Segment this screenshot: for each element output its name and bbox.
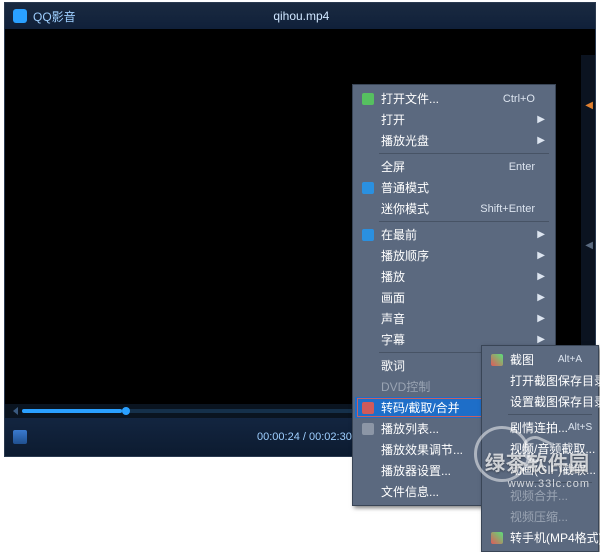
submenu-arrow-icon: ▶ [535,313,545,324]
window-title: qihou.mp4 [76,9,527,23]
menu-item[interactable]: 在最前▶ [355,224,553,245]
menu-icon-empty [488,509,506,525]
submenu-arrow-icon: ▶ [535,250,545,261]
menu-item-label: 视频压缩... [506,508,582,525]
sidebar-mid-icon[interactable]: ◀ [585,240,593,251]
menu-icon-empty [359,269,377,285]
menu-item-shortcut: Ctrl+O [503,93,535,105]
menu-icon-empty [359,112,377,128]
mode-icon [359,180,377,196]
menu-item[interactable]: 播放光盘▶ [355,130,553,151]
menu-item-label: 画面 [377,289,535,306]
menu-item-shortcut: Enter [509,161,535,173]
mobile-icon [488,530,506,546]
menu-separator [379,153,549,154]
step-back-icon[interactable] [13,407,18,415]
menu-icon-empty [359,133,377,149]
menu-icon-empty [359,201,377,217]
menu-icon-empty [359,358,377,374]
menu-item[interactable]: 画面▶ [355,287,553,308]
menu-separator [508,414,592,415]
progress-knob[interactable] [122,407,130,415]
menu-item[interactable]: 截图Alt+A [484,349,596,370]
app-icon [13,9,27,23]
time-display: 00:00:24 / 00:02:30 [257,431,352,443]
watermark: 绿茶软件园 www.33lc.com [485,447,590,490]
submenu-arrow-icon: ▶ [535,292,545,303]
menu-item-label: 打开文件... [377,90,503,107]
convert-icon [359,400,377,416]
submenu-arrow-icon: ▶ [535,114,545,125]
menu-item-label: 播放 [377,268,535,285]
menu-item[interactable]: 设置截图保存目录... [484,391,596,412]
menu-separator [379,221,549,222]
menu-icon-empty [359,290,377,306]
menu-item-label: 普通模式 [377,179,535,196]
open-icon [359,91,377,107]
title-bar: QQ影音 qihou.mp4 [5,3,595,29]
playlist-icon [359,421,377,437]
menu-item-label: 在最前 [377,226,535,243]
menu-item-label: 设置截图保存目录... [506,393,600,410]
submenu-arrow-icon: ▶ [535,271,545,282]
menu-icon-empty [359,442,377,458]
menu-item-label: 打开截图保存目录 [506,372,600,389]
menu-item-label: 声音 [377,310,535,327]
menu-item[interactable]: 全屏Enter [355,156,553,177]
menu-icon-empty [488,394,506,410]
menu-icon-empty [359,332,377,348]
progress-fill [22,409,122,413]
menu-item[interactable]: 打开文件...Ctrl+O [355,88,553,109]
menu-item-label: 播放光盘 [377,132,535,149]
menu-icon-empty [359,311,377,327]
menu-item[interactable]: 迷你模式Shift+Enter [355,198,553,219]
menu-item-label: 转手机(MP4格式) [506,529,600,546]
submenu-arrow-icon: ▶ [535,229,545,240]
menu-item-label: 截图 [506,351,558,368]
menu-item[interactable]: 播放顺序▶ [355,245,553,266]
menu-icon-empty [359,248,377,264]
menu-item-shortcut: Shift+Enter [480,203,535,215]
menu-item-shortcut: Alt+A [558,354,582,365]
pin-icon [359,227,377,243]
menu-item[interactable]: 普通模式 [355,177,553,198]
sidebar-toggle-icon[interactable]: ◀ [585,100,593,111]
menu-icon-empty [359,159,377,175]
volume-icon[interactable] [13,430,27,444]
submenu-arrow-icon: ▶ [535,135,545,146]
menu-item-label: 全屏 [377,158,509,175]
menu-icon-empty [359,484,377,500]
menu-item-label: 迷你模式 [377,200,480,217]
menu-item[interactable]: 打开截图保存目录 [484,370,596,391]
watermark-logo-icon [474,426,530,482]
screenshot-icon [488,352,506,368]
menu-icon-empty [359,463,377,479]
menu-item: 视频压缩... [484,506,596,527]
menu-icon-empty [488,373,506,389]
app-name: QQ影音 [33,8,76,25]
menu-item-shortcut: Alt+S [568,422,592,433]
menu-item-label: 打开 [377,111,535,128]
menu-item[interactable]: 打开▶ [355,109,553,130]
menu-item-label: 播放顺序 [377,247,535,264]
menu-icon-empty [359,379,377,395]
menu-item[interactable]: 声音▶ [355,308,553,329]
submenu-arrow-icon: ▶ [535,334,545,345]
menu-item[interactable]: 转手机(MP4格式) [484,527,596,548]
menu-item[interactable]: 播放▶ [355,266,553,287]
